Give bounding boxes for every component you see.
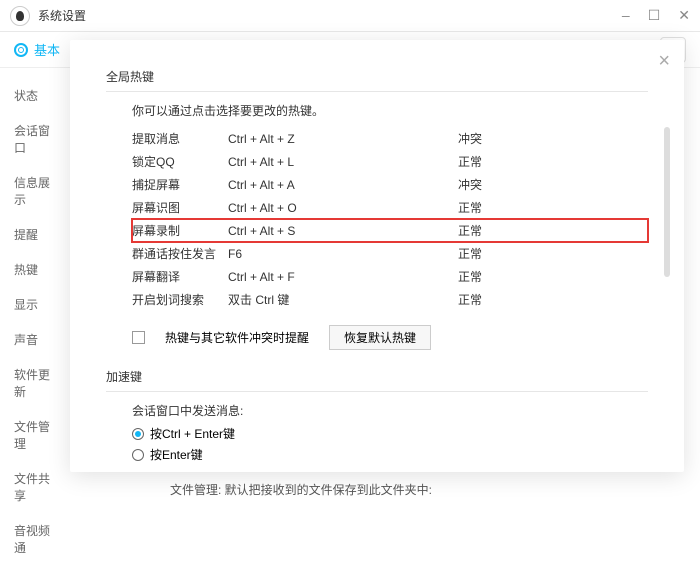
hotkey-key: Ctrl + Alt + Z — [228, 132, 458, 146]
hotkey-row[interactable]: 提取消息Ctrl + Alt + Z冲突 — [132, 127, 648, 150]
tab-basic-label: 基本 — [34, 40, 60, 59]
maximize-button[interactable]: ☐ — [648, 7, 661, 24]
close-window-button[interactable]: ✕ — [678, 7, 690, 24]
sidebar-item-display[interactable]: 显示 — [0, 287, 72, 322]
hotkey-row[interactable]: 开启划词搜索双击 Ctrl 键正常 — [132, 288, 648, 311]
sidebar-item-file-manage[interactable]: 文件管理 — [0, 409, 72, 461]
hotkey-status: 正常 — [458, 268, 508, 285]
hotkey-row[interactable]: 屏幕翻译Ctrl + Alt + F正常 — [132, 265, 648, 288]
restore-default-button[interactable]: 恢复默认热键 — [329, 325, 431, 350]
hotkey-row[interactable]: 锁定QQCtrl + Alt + L正常 — [132, 150, 648, 173]
tab-basic[interactable]: 基本 — [14, 40, 60, 59]
hotkey-key: Ctrl + Alt + L — [228, 155, 458, 169]
send-label: 会话窗口中发送消息: — [132, 402, 648, 419]
hotkey-name: 群通话按住发言 — [132, 245, 228, 262]
sidebar-item-status[interactable]: 状态 — [0, 78, 72, 113]
minimize-button[interactable]: – — [622, 7, 630, 24]
hotkey-row[interactable]: 捕捉屏幕Ctrl + Alt + A冲突 — [132, 173, 648, 196]
gear-icon — [14, 43, 28, 57]
hotkey-row[interactable]: 屏幕录制Ctrl + Alt + S正常 — [132, 219, 648, 242]
sidebar-item-info-display[interactable]: 信息展示 — [0, 165, 72, 217]
hotkey-key: 双击 Ctrl 键 — [228, 291, 458, 308]
conflict-checkbox-label: 热键与其它软件冲突时提醒 — [165, 329, 309, 346]
sidebar-item-hotkey[interactable]: 热键 — [0, 252, 72, 287]
hotkey-dialog: × 全局热键 你可以通过点击选择要更改的热键。 提取消息Ctrl + Alt +… — [70, 40, 684, 472]
hotkey-key: Ctrl + Alt + O — [228, 201, 458, 215]
sidebar-item-chat-window[interactable]: 会话窗口 — [0, 113, 72, 165]
radio-icon — [132, 428, 144, 440]
hotkey-key: F6 — [228, 247, 458, 261]
hotkey-name: 屏幕识图 — [132, 199, 228, 216]
hotkey-status: 正常 — [458, 199, 508, 216]
hotkey-row[interactable]: 群通话按住发言F6正常 — [132, 242, 648, 265]
hotkey-status: 冲突 — [458, 130, 508, 147]
hotkey-key: Ctrl + Alt + A — [228, 178, 458, 192]
sidebar: 状态 会话窗口 信息展示 提醒 热键 显示 声音 软件更新 文件管理 文件共享 … — [0, 68, 72, 502]
sidebar-item-update[interactable]: 软件更新 — [0, 357, 72, 409]
hotkey-key: Ctrl + Alt + S — [228, 224, 458, 238]
global-hotkey-title: 全局热键 — [106, 68, 648, 92]
hotkey-name: 屏幕录制 — [132, 222, 228, 239]
hotkey-status: 正常 — [458, 245, 508, 262]
radio-icon — [132, 449, 144, 461]
bottom-hint: 文件管理: 默认把接收到的文件保存到此文件夹中: — [170, 481, 432, 498]
window-controls: – ☐ ✕ — [622, 7, 690, 24]
sidebar-item-file-share[interactable]: 文件共享 — [0, 461, 72, 513]
hotkey-status: 冲突 — [458, 176, 508, 193]
hotkey-name: 开启划词搜索 — [132, 291, 228, 308]
window-title: 系统设置 — [38, 7, 86, 24]
accel-title: 加速键 — [106, 368, 648, 392]
titlebar: 系统设置 – ☐ ✕ — [0, 0, 700, 32]
scrollbar[interactable] — [664, 127, 670, 277]
conflict-checkbox[interactable] — [132, 331, 145, 344]
sidebar-item-notify[interactable]: 提醒 — [0, 217, 72, 252]
hotkey-name: 提取消息 — [132, 130, 228, 147]
qq-logo-icon — [10, 6, 30, 26]
sidebar-item-av-call[interactable]: 音视频通 — [0, 513, 72, 565]
hotkey-row[interactable]: 屏幕识图Ctrl + Alt + O正常 — [132, 196, 648, 219]
hotkey-name: 捕捉屏幕 — [132, 176, 228, 193]
hotkey-name: 屏幕翻译 — [132, 268, 228, 285]
hotkey-name: 锁定QQ — [132, 153, 228, 170]
sidebar-item-sound[interactable]: 声音 — [0, 322, 72, 357]
send-option-enter[interactable]: 按Enter键 — [132, 446, 648, 463]
hotkey-status: 正常 — [458, 222, 508, 239]
send-opt2-label: 按Enter键 — [150, 446, 203, 463]
hotkey-hint: 你可以通过点击选择要更改的热键。 — [132, 102, 648, 119]
send-option-ctrl-enter[interactable]: 按Ctrl + Enter键 — [132, 425, 648, 442]
hotkey-list: 提取消息Ctrl + Alt + Z冲突锁定QQCtrl + Alt + L正常… — [132, 127, 648, 311]
dialog-close-button[interactable]: × — [658, 50, 670, 73]
hotkey-key: Ctrl + Alt + F — [228, 270, 458, 284]
hotkey-status: 正常 — [458, 153, 508, 170]
hotkey-status: 正常 — [458, 291, 508, 308]
send-opt1-label: 按Ctrl + Enter键 — [150, 425, 235, 442]
